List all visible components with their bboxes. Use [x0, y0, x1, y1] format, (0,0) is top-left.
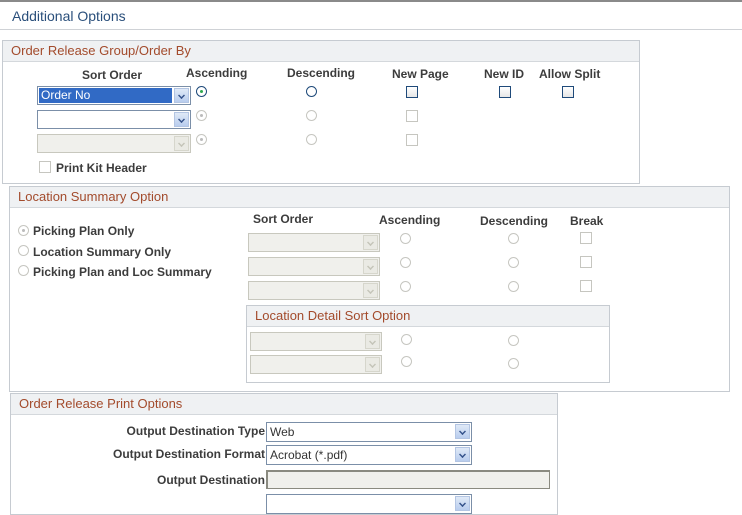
ls-sort-select-2[interactable]	[248, 257, 380, 276]
print-options-title: Order Release Print Options	[19, 396, 183, 411]
ld-ascending-radio-2[interactable]	[401, 356, 412, 367]
page-title: Additional Options	[12, 8, 126, 24]
print-options-section: Order Release Print Options Output Desti…	[10, 393, 558, 515]
ls-break-label: Break	[570, 214, 604, 228]
chevron-down-icon[interactable]	[455, 496, 470, 511]
ld-descending-radio-1[interactable]	[508, 335, 519, 346]
ls-sort-select-1[interactable]	[248, 233, 380, 252]
ls-descending-radio-2[interactable]	[508, 257, 519, 268]
picking-plan-only-radio[interactable]	[18, 225, 29, 236]
descending-label: Descending	[287, 66, 356, 80]
location-detail-sort-section: Location Detail Sort Option	[246, 305, 610, 383]
ld-descending-radio-2[interactable]	[508, 358, 519, 369]
descending-radio-1[interactable]	[306, 86, 317, 97]
ld-sort-select-2[interactable]	[250, 355, 382, 374]
picking-plan-loc-summary-radio[interactable]	[18, 265, 29, 276]
order-release-group-header: Order Release Group/Order By	[3, 41, 639, 62]
chevron-down-icon[interactable]	[455, 447, 470, 462]
location-summary-only-radio[interactable]	[18, 245, 29, 256]
allow-split-label: Allow Split	[539, 67, 601, 81]
chevron-down-icon[interactable]	[363, 259, 378, 274]
ls-break-checkbox-2[interactable]	[580, 256, 592, 268]
new-page-label: New Page	[392, 67, 449, 81]
chevron-down-icon[interactable]	[363, 235, 378, 250]
ascending-radio-2[interactable]	[196, 110, 207, 121]
output-destination-type-label: Output Destination Type	[126, 424, 265, 438]
print-kit-header-checkbox[interactable]	[39, 161, 51, 173]
location-summary-section: Location Summary Option Picking Plan Onl…	[9, 186, 730, 392]
new-page-checkbox-1[interactable]	[406, 86, 418, 98]
order-release-group-section: Order Release Group/Order By Sort Order …	[2, 40, 640, 184]
chevron-down-icon[interactable]	[365, 357, 380, 372]
output-destination-label: Output Destination	[157, 473, 265, 487]
descending-radio-3[interactable]	[306, 134, 317, 145]
ls-descending-radio-3[interactable]	[508, 281, 519, 292]
sort-order-value-1: Order No	[39, 88, 172, 103]
output-destination-type-value: Web	[270, 425, 295, 439]
output-destination-format-label: Output Destination Format	[113, 447, 265, 461]
picking-plan-loc-summary-label: Picking Plan and Loc Summary	[33, 265, 212, 279]
ascending-label: Ascending	[186, 66, 248, 80]
order-release-group-title: Order Release Group/Order By	[11, 43, 191, 58]
print-options-header: Order Release Print Options	[11, 394, 557, 415]
additional-select[interactable]	[266, 494, 472, 514]
ls-break-checkbox-1[interactable]	[580, 232, 592, 244]
chevron-down-icon[interactable]	[455, 424, 470, 439]
chevron-down-icon[interactable]	[365, 334, 380, 349]
ls-sort-order-label: Sort Order	[253, 212, 314, 226]
title-divider	[0, 29, 742, 30]
ld-sort-select-1[interactable]	[250, 332, 382, 351]
ls-descending-radio-1[interactable]	[508, 233, 519, 244]
location-summary-title: Location Summary Option	[18, 189, 169, 204]
location-summary-header: Location Summary Option	[10, 187, 729, 208]
new-page-checkbox-3[interactable]	[406, 134, 418, 146]
ls-ascending-label: Ascending	[379, 213, 441, 227]
ld-ascending-radio-1[interactable]	[401, 334, 412, 345]
chevron-down-icon[interactable]	[174, 136, 189, 151]
output-destination-type-select[interactable]: Web	[266, 422, 472, 442]
ls-break-checkbox-3[interactable]	[580, 280, 592, 292]
window-top-border	[0, 0, 742, 2]
sort-order-select-3[interactable]	[37, 134, 191, 153]
print-kit-header-label: Print Kit Header	[56, 161, 147, 175]
new-id-label: New ID	[484, 67, 525, 81]
ascending-radio-3[interactable]	[196, 134, 207, 145]
chevron-down-icon[interactable]	[174, 112, 189, 127]
picking-plan-only-label: Picking Plan Only	[33, 224, 135, 238]
output-destination-field[interactable]	[266, 470, 550, 489]
ascending-radio-1[interactable]	[196, 86, 207, 97]
chevron-down-icon[interactable]	[363, 283, 378, 298]
sort-order-select-1[interactable]: Order No	[37, 86, 191, 105]
location-detail-sort-title: Location Detail Sort Option	[255, 308, 411, 323]
location-summary-only-label: Location Summary Only	[33, 245, 172, 259]
new-page-checkbox-2[interactable]	[406, 110, 418, 122]
output-destination-format-select[interactable]: Acrobat (*.pdf)	[266, 445, 472, 465]
ls-ascending-radio-2[interactable]	[400, 257, 411, 268]
sort-order-select-2[interactable]	[37, 110, 191, 129]
new-id-checkbox-1[interactable]	[499, 86, 511, 98]
descending-radio-2[interactable]	[306, 110, 317, 121]
ls-sort-select-3[interactable]	[248, 281, 380, 300]
ls-ascending-radio-3[interactable]	[400, 281, 411, 292]
ls-descending-label: Descending	[480, 214, 549, 228]
ls-ascending-radio-1[interactable]	[400, 233, 411, 244]
location-detail-sort-header: Location Detail Sort Option	[247, 306, 609, 327]
output-destination-format-value: Acrobat (*.pdf)	[270, 448, 348, 462]
sort-order-label: Sort Order	[82, 68, 143, 82]
chevron-down-icon[interactable]	[174, 88, 189, 103]
allow-split-checkbox-1[interactable]	[562, 86, 574, 98]
